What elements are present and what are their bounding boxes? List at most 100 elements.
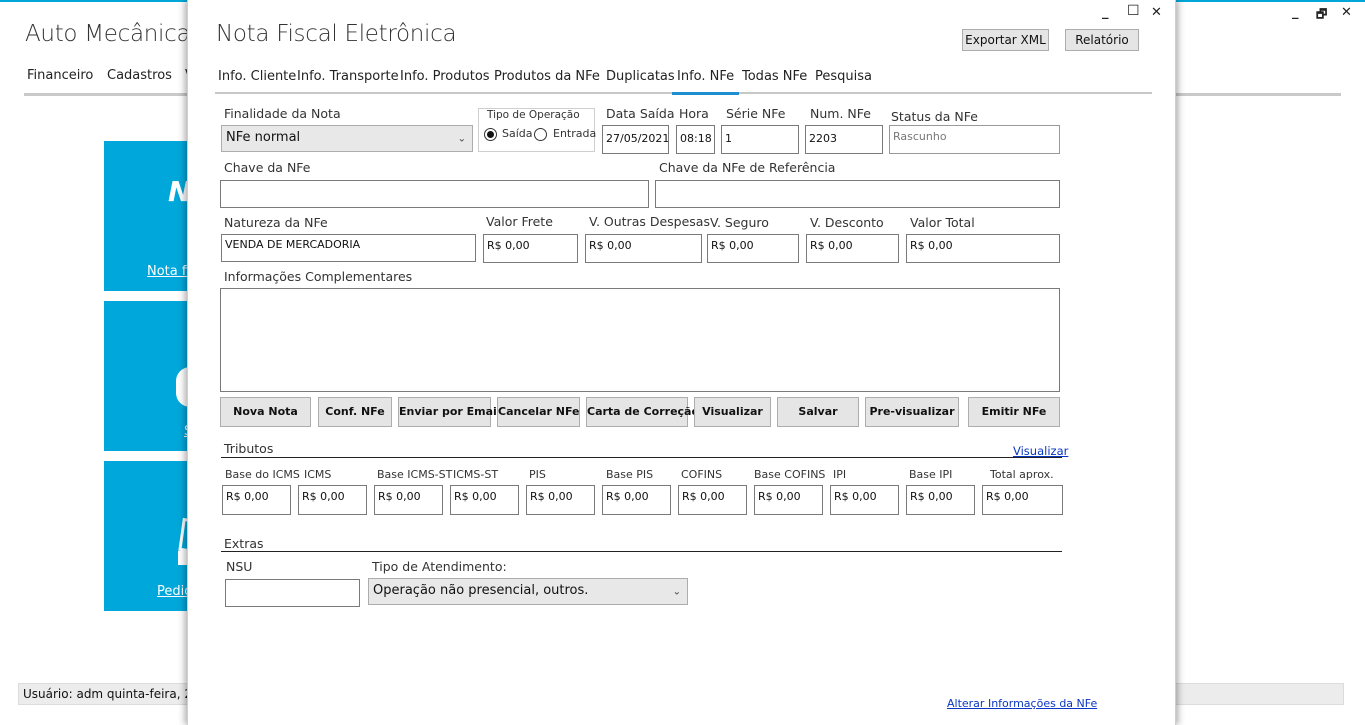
tributo-label: ICMS-ST: [453, 468, 499, 481]
chevron-down-icon: ⌄: [672, 586, 681, 597]
chave-label: Chave da NFe: [224, 160, 311, 175]
tributo-input[interactable]: R$ 0,00: [222, 485, 291, 515]
natureza-input[interactable]: VENDA DE MERCADORIA: [221, 234, 476, 262]
tributos-visualizar-link[interactable]: Visualizar: [1013, 444, 1068, 458]
tributo-input[interactable]: R$ 0,00: [526, 485, 595, 515]
menu-cadastros[interactable]: Cadastros: [107, 68, 172, 83]
tab-duplicatas[interactable]: Duplicatas: [606, 69, 675, 84]
radio-entrada-label: Entrada: [553, 127, 597, 140]
nfe-dialog: _ ☐ ✕ Nota Fiscal Eletrônica Exportar XM…: [187, 0, 1176, 725]
tab-info-produtos[interactable]: Info. Produtos: [400, 69, 490, 84]
tipo-operacao-label: Tipo de Operação: [487, 109, 580, 121]
tributo-input[interactable]: R$ 0,00: [374, 485, 443, 515]
tributo-input[interactable]: R$ 0,00: [982, 485, 1063, 515]
valor-total-label: Valor Total: [910, 215, 975, 230]
visualizar-button[interactable]: Visualizar: [694, 397, 771, 427]
tab-todas-nfe[interactable]: Todas NFe: [742, 69, 807, 84]
info-complementares-textarea[interactable]: [220, 288, 1060, 392]
hora-label: Hora: [679, 106, 709, 121]
tributo-label: PIS: [529, 468, 546, 481]
data-saida-input[interactable]: 27/05/2021: [602, 125, 669, 154]
tab-info-cliente[interactable]: Info. Cliente: [218, 69, 296, 84]
tipo-atendimento-label: Tipo de Atendimento:: [372, 559, 507, 574]
maximize-icon[interactable]: ☐: [1127, 3, 1140, 19]
tributo-label: Base IPI: [909, 468, 953, 481]
finalidade-value: NFe normal: [226, 130, 301, 145]
outras-despesas-label: V. Outras Despesas: [589, 214, 710, 229]
tributo-label: Base do ICMS: [225, 468, 300, 481]
natureza-label: Natureza da NFe: [224, 215, 328, 230]
valor-total-input[interactable]: R$ 0,00: [906, 234, 1060, 263]
menu-financeiro[interactable]: Financeiro: [27, 68, 93, 83]
data-saida-label: Data Saída: [606, 106, 675, 121]
info-complementares-label: Informações Complementares: [224, 269, 413, 284]
report-button[interactable]: Relatório: [1065, 29, 1139, 51]
numero-label: Num. NFe: [810, 106, 871, 121]
chave-ref-input[interactable]: [655, 180, 1060, 208]
desconto-input[interactable]: R$ 0,00: [806, 234, 899, 263]
minimize-icon[interactable]: _: [1292, 5, 1299, 20]
outras-despesas-input[interactable]: R$ 0,00: [585, 234, 702, 263]
tab-info-nfe[interactable]: Info. NFe: [677, 69, 734, 84]
hora-input[interactable]: 08:18: [676, 125, 715, 154]
serie-input[interactable]: 1: [721, 125, 799, 154]
desconto-label: V. Desconto: [810, 215, 884, 230]
tributo-label: ICMS: [304, 468, 332, 481]
tributo-input[interactable]: R$ 0,00: [678, 485, 747, 515]
tributo-input[interactable]: R$ 0,00: [754, 485, 823, 515]
nsu-input[interactable]: [225, 579, 360, 607]
main-window-title: Auto Mecânica -: [25, 21, 206, 47]
tributo-label: IPI: [833, 468, 847, 481]
chevron-down-icon: ⌄: [457, 133, 466, 144]
status-label: Status da NFe: [891, 109, 978, 124]
pre-visualizar-button[interactable]: Pre-visualizar: [865, 397, 959, 427]
tab-produtos-nfe[interactable]: Produtos da NFe: [494, 69, 600, 84]
radio-saida[interactable]: [484, 128, 497, 141]
restore-icon[interactable]: 🗗: [1316, 5, 1327, 26]
finalidade-select[interactable]: NFe normal ⌄: [221, 125, 473, 152]
conf-nfe-button[interactable]: Conf. NFe: [318, 397, 392, 427]
active-tab-indicator: [672, 92, 739, 95]
serie-label: Série NFe: [726, 106, 786, 121]
alterar-info-link[interactable]: Alterar Informações da NFe: [947, 697, 1097, 710]
radio-saida-label: Saída: [502, 127, 533, 140]
status-input[interactable]: Rascunho: [889, 125, 1060, 154]
valor-frete-label: Valor Frete: [486, 214, 553, 229]
tributo-label: Base ICMS-ST: [377, 468, 453, 481]
minimize-icon[interactable]: _: [1102, 5, 1109, 20]
tipo-operacao-group: Tipo de Operação Saída Entrada: [478, 108, 597, 152]
salvar-button[interactable]: Salvar: [777, 397, 859, 427]
emitir-nfe-button[interactable]: Emitir NFe: [968, 397, 1060, 427]
tributo-input[interactable]: R$ 0,00: [830, 485, 899, 515]
tab-info-transporte[interactable]: Info. Transporte: [297, 69, 399, 84]
tributo-label: Base PIS: [606, 468, 654, 481]
close-icon[interactable]: ✕: [1151, 5, 1162, 20]
radio-entrada[interactable]: [534, 128, 547, 141]
chave-ref-label: Chave da NFe de Referência: [659, 160, 836, 175]
nsu-label: NSU: [226, 559, 253, 574]
tipo-atendimento-value: Operação não presencial, outros.: [373, 583, 589, 598]
seguro-label: V. Seguro: [710, 215, 769, 230]
tipo-atendimento-select[interactable]: Operação não presencial, outros. ⌄: [368, 578, 688, 605]
numero-input[interactable]: 2203: [805, 125, 883, 154]
tributo-label: Base COFINS: [754, 468, 826, 481]
close-icon[interactable]: ✕: [1341, 5, 1352, 20]
tab-pesquisa[interactable]: Pesquisa: [815, 69, 872, 84]
tributo-label: Total aprox.: [990, 468, 1054, 481]
nova-nota-button[interactable]: Nova Nota: [220, 397, 311, 427]
tributos-divider: [221, 457, 1062, 458]
chave-input[interactable]: [220, 180, 649, 208]
tributo-input[interactable]: R$ 0,00: [602, 485, 671, 515]
tributo-input[interactable]: R$ 0,00: [298, 485, 367, 515]
valor-frete-input[interactable]: R$ 0,00: [483, 234, 578, 263]
seguro-input[interactable]: R$ 0,00: [707, 234, 799, 263]
export-xml-button[interactable]: Exportar XML: [962, 29, 1049, 51]
tributos-title: Tributos: [224, 441, 274, 456]
tributo-input[interactable]: R$ 0,00: [906, 485, 975, 515]
enviar-email-button[interactable]: Enviar por Email: [398, 397, 501, 427]
carta-correcao-button[interactable]: Carta de Correção: [586, 397, 699, 427]
extras-divider: [221, 551, 1062, 552]
dialog-title: Nota Fiscal Eletrônica: [216, 21, 457, 47]
tributo-input[interactable]: R$ 0,00: [450, 485, 519, 515]
cancelar-nfe-button[interactable]: Cancelar NFe: [497, 397, 580, 427]
